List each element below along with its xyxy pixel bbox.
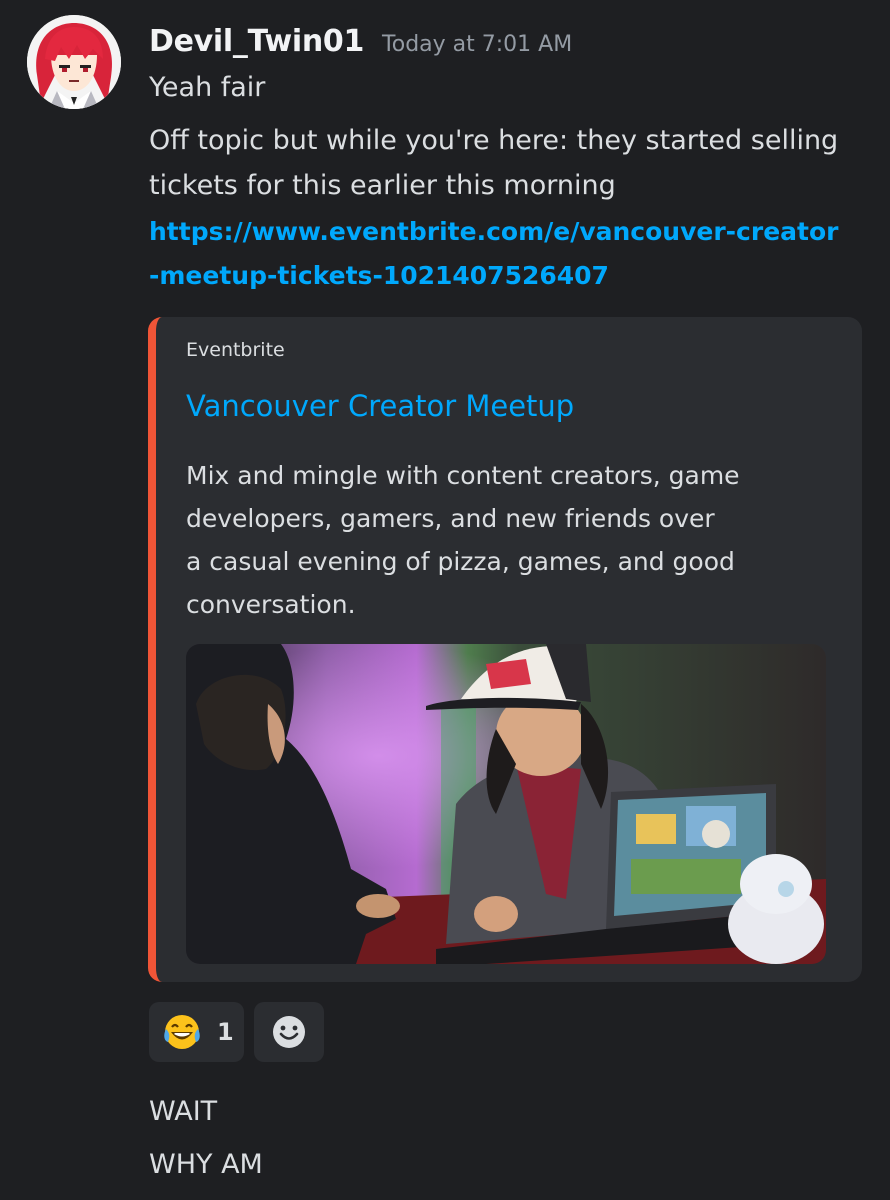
embed-provider[interactable]: Eventbrite (186, 339, 285, 361)
reactions-bar: 1 (149, 1002, 324, 1062)
message-timestamp[interactable]: Today at 7:01 AM (382, 32, 572, 57)
followup-message: WAIT (149, 1096, 218, 1127)
embed-description-line: developers, gamers, and new friends over (186, 504, 715, 533)
embed-description-line: a casual evening of pizza, games, and go… (186, 547, 735, 576)
followup-message: WHY AM (149, 1149, 263, 1180)
reaction-count: 1 (217, 1018, 234, 1046)
username[interactable]: Devil_Twin01 (149, 24, 364, 59)
message-header: Devil_Twin01 Today at 7:01 AM (149, 24, 572, 64)
smile-add-reaction-icon (273, 1016, 305, 1048)
eventbrite-link[interactable]: https://www.eventbrite.com/e/vancouver-c… (149, 210, 838, 254)
joy-emoji-icon (164, 1015, 200, 1049)
message-line: Off topic but while you're here: they st… (149, 125, 839, 156)
embed-description-line: conversation. (186, 590, 356, 619)
message-line: tickets for this earlier this morning (149, 170, 616, 201)
event-photo-illustration (186, 644, 826, 964)
user-avatar[interactable] (27, 15, 121, 109)
embed-photo[interactable] (186, 644, 826, 964)
message-line: Yeah fair (149, 72, 266, 103)
embed-title[interactable]: Vancouver Creator Meetup (186, 389, 574, 423)
chat-page: Devil_Twin01 Today at 7:01 AM Yeah fair … (0, 0, 890, 1200)
eventbrite-link-continued[interactable]: -meetup-tickets-1021407526407 (149, 254, 609, 298)
embed-description-line: Mix and mingle with content creators, ga… (186, 461, 740, 490)
link-embed: Eventbrite Vancouver Creator Meetup Mix … (148, 317, 862, 982)
reaction-joy[interactable]: 1 (149, 1002, 244, 1062)
add-reaction-button[interactable] (254, 1002, 324, 1062)
anime-avatar-icon (27, 15, 121, 109)
